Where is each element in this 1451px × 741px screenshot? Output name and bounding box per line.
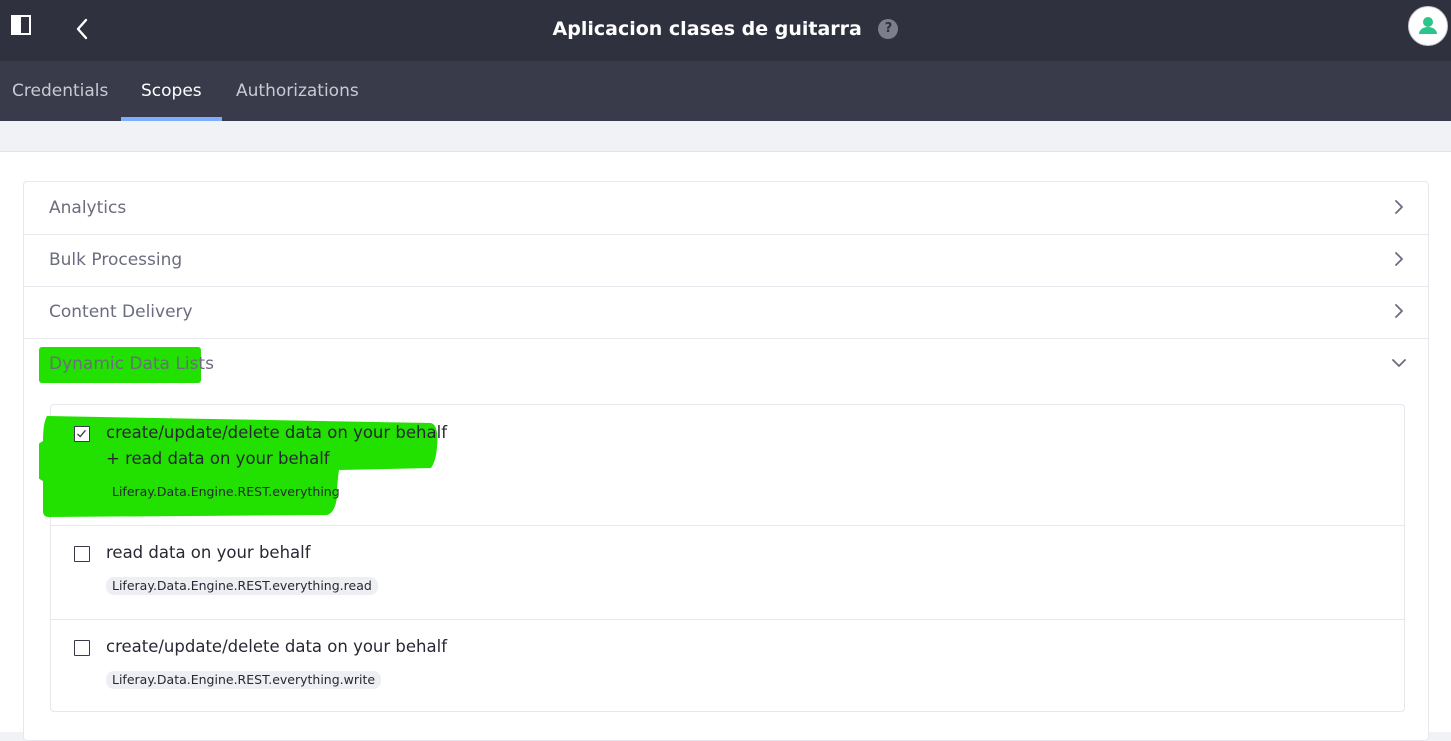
scope-item-everything: create/update/delete data on your behalf… (39, 405, 1404, 526)
page-title: Aplicacion clases de guitarra ? (0, 16, 1451, 41)
scope-checkbox[interactable] (74, 640, 90, 656)
chevron-down-icon (1392, 359, 1406, 367)
scope-title: create/update/delete data on your behalf (106, 423, 447, 442)
page-title-text: Aplicacion clases de guitarra (552, 17, 862, 40)
tab-credentials[interactable]: Credentials (12, 61, 108, 121)
scope-badge: Liferay.Data.Engine.REST.everything.read (106, 577, 378, 595)
scope-title: create/update/delete data on your behalf (106, 637, 447, 656)
scope-checkbox[interactable] (74, 546, 90, 562)
tab-authorizations[interactable]: Authorizations (236, 61, 359, 121)
scope-checkbox[interactable] (74, 426, 90, 442)
tab-bar: Credentials Scopes Authorizations (0, 61, 1451, 121)
app-header: Aplicacion clases de guitarra ? (0, 0, 1451, 61)
scope-badge: Liferay.Data.Engine.REST.everything (112, 484, 340, 499)
page-background (0, 121, 1451, 152)
scope-title: read data on your behalf (106, 543, 311, 562)
section-label: Analytics (49, 198, 127, 218)
scope-item-write: create/update/delete data on your behalf… (51, 619, 1404, 711)
scope-item-read: read data on your behalf Liferay.Data.En… (51, 525, 1404, 620)
user-avatar-icon[interactable] (1408, 6, 1448, 46)
chevron-right-icon (1395, 252, 1403, 266)
scope-list: create/update/delete data on your behalf… (39, 404, 1405, 712)
section-label: Dynamic Data Lists (49, 354, 214, 374)
person-icon (1419, 17, 1437, 34)
scope-badge: Liferay.Data.Engine.REST.everything.writ… (106, 671, 382, 689)
scopes-panel: Analytics Bulk Processing Content Delive… (23, 181, 1429, 741)
section-bulk-processing[interactable]: Bulk Processing (24, 234, 1428, 287)
section-label: Bulk Processing (49, 250, 183, 270)
checkmark-icon (77, 429, 86, 438)
chevron-right-icon (1395, 200, 1403, 214)
chevron-right-icon (1395, 304, 1403, 318)
section-analytics[interactable]: Analytics (24, 182, 1428, 235)
section-label: Content Delivery (49, 302, 193, 322)
tab-scopes[interactable]: Scopes (121, 61, 222, 121)
main-content: Analytics Bulk Processing Content Delive… (0, 152, 1451, 741)
section-dynamic-data-lists[interactable]: Dynamic Data Lists (24, 338, 1428, 390)
section-content-delivery[interactable]: Content Delivery (24, 286, 1428, 339)
help-icon[interactable]: ? (878, 18, 899, 39)
scope-title-line2: + read data on your behalf (106, 449, 330, 468)
